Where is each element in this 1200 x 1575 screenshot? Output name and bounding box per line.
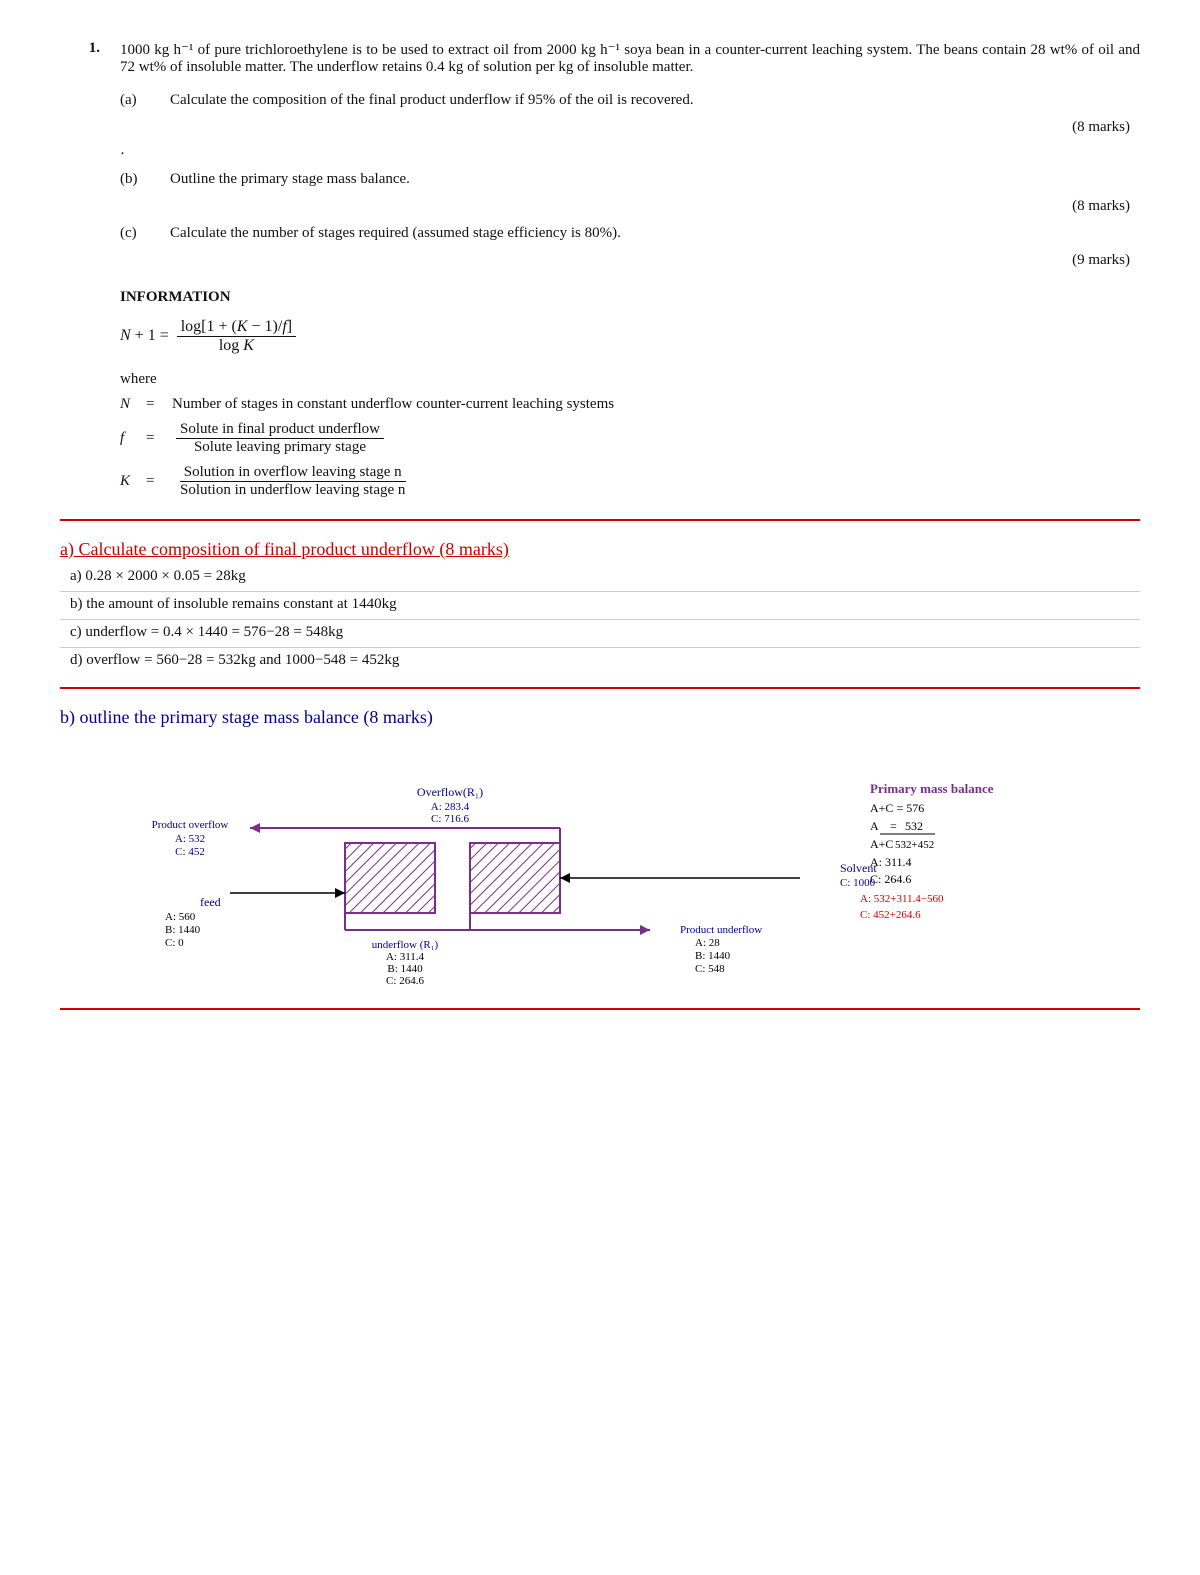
f-den: Solute leaving primary stage bbox=[190, 439, 370, 456]
question-text: 1000 kg h⁻¹ of pure trichloroethylene is… bbox=[120, 40, 1140, 76]
def-f-eq: = bbox=[146, 430, 166, 447]
product-underflow-A: A: 28 bbox=[695, 937, 720, 949]
def-N-var: N bbox=[120, 396, 140, 413]
feed-arrow-head bbox=[335, 888, 345, 898]
info-section: INFORMATION N + 1 = log[1 + (K − 1)/f] l… bbox=[120, 289, 1140, 499]
formula-denominator: log K bbox=[215, 337, 258, 355]
balance-line1: A+C = 576 bbox=[870, 801, 924, 815]
part-a-label: (a) bbox=[120, 92, 170, 109]
part-c-label: (c) bbox=[120, 225, 170, 242]
part-b-text: Outline the primary stage mass balance. bbox=[170, 171, 1140, 188]
feed-A: A: 560 bbox=[165, 911, 196, 923]
answer-a-line-4: d) overflow = 560−28 = 532kg and 1000−54… bbox=[60, 652, 1140, 669]
question-block: 1. 1000 kg h⁻¹ of pure trichloroethylene… bbox=[60, 40, 1140, 269]
f-num: Solute in final product underflow bbox=[176, 421, 384, 439]
question-main: 1. 1000 kg h⁻¹ of pure trichloroethylene… bbox=[60, 40, 1140, 76]
feed-B: B: 1440 bbox=[165, 924, 201, 936]
stage-box-left bbox=[345, 843, 435, 913]
def-K-fraction: Solution in overflow leaving stage n Sol… bbox=[172, 464, 413, 499]
balance-A-eq: A: 532+311.4−560 bbox=[860, 893, 944, 905]
info-title: INFORMATION bbox=[120, 289, 1140, 306]
def-K-var: K bbox=[120, 473, 140, 490]
divider-a3 bbox=[60, 647, 1140, 648]
K-den: Solution in underflow leaving stage n bbox=[176, 482, 409, 499]
underflow-label: underflow (R₁) bbox=[372, 939, 439, 951]
answer-b-heading: b) outline the primary stage mass balanc… bbox=[60, 707, 1140, 728]
def-N: N = Number of stages in constant underfl… bbox=[120, 396, 1140, 413]
where-label: where bbox=[120, 371, 1140, 388]
def-N-eq: = bbox=[146, 396, 166, 413]
balance-C-eq: C: 452+264.6 bbox=[860, 909, 921, 921]
def-N-desc: Number of stages in constant underflow c… bbox=[172, 396, 1140, 413]
part-c-text: Calculate the number of stages required … bbox=[170, 225, 1140, 242]
red-divider-2 bbox=[60, 687, 1140, 689]
balance-den-label: A+C bbox=[870, 837, 893, 851]
answer-a-line-2: b) the amount of insoluble remains const… bbox=[60, 596, 1140, 613]
product-underflow-label: Product underflow bbox=[680, 924, 762, 936]
part-a-marks: (8 marks) bbox=[60, 119, 1140, 136]
product-overflow-label: Product overflow bbox=[152, 819, 229, 831]
answer-a-line-1: a) 0.28 × 2000 × 0.05 = 28kg bbox=[60, 568, 1140, 585]
answer-a-heading: a) Calculate composition of final produc… bbox=[60, 539, 1140, 560]
formula-numerator: log[1 + (K − 1)/f] bbox=[177, 318, 296, 337]
f-fraction: Solute in final product underflow Solute… bbox=[176, 421, 384, 456]
answer-a-line-3: c) underflow = 0.4 × 1440 = 576−28 = 548… bbox=[60, 624, 1140, 641]
balance-532-452: 532+452 bbox=[895, 839, 934, 851]
main-fraction: log[1 + (K − 1)/f] log K bbox=[177, 318, 296, 355]
balance-C-val: C: 264.6 bbox=[870, 872, 911, 886]
red-divider-1 bbox=[60, 519, 1140, 521]
part-b-label: (b) bbox=[120, 171, 170, 188]
where-block: where N = Number of stages in constant u… bbox=[120, 371, 1140, 499]
divider-a1 bbox=[60, 591, 1140, 592]
product-underflow-C: C: 548 bbox=[695, 963, 725, 975]
formula-plus: + 1 = bbox=[135, 327, 173, 344]
overflow-label: Overflow(R₁) bbox=[417, 785, 483, 799]
K-fraction: Solution in overflow leaving stage n Sol… bbox=[176, 464, 409, 499]
def-K: K = Solution in overflow leaving stage n… bbox=[120, 464, 1140, 499]
stage-box-right bbox=[470, 843, 560, 913]
part-a-text: Calculate the composition of the final p… bbox=[170, 92, 1140, 109]
balance-eq: = bbox=[890, 819, 897, 833]
red-divider-3 bbox=[60, 1008, 1140, 1010]
product-underflow-B: B: 1440 bbox=[695, 950, 731, 962]
dot-marker: · bbox=[60, 146, 1140, 163]
part-c: (c) Calculate the number of stages requi… bbox=[60, 225, 1140, 242]
overflow-C: C: 716.6 bbox=[431, 813, 469, 825]
diagram-svg: Overflow(R₁) A: 283.4 C: 716.6 Product o… bbox=[60, 738, 1140, 998]
def-K-eq: = bbox=[146, 473, 166, 490]
part-b-marks: (8 marks) bbox=[60, 198, 1140, 215]
part-b: (b) Outline the primary stage mass balan… bbox=[60, 171, 1140, 188]
feed-C: C: 0 bbox=[165, 937, 184, 949]
def-f-var: f bbox=[120, 430, 140, 447]
product-overflow-C: C: 452 bbox=[175, 846, 205, 858]
formula-lhs: N bbox=[120, 327, 131, 344]
formula-block: N + 1 = log[1 + (K − 1)/f] log K bbox=[120, 318, 1140, 355]
divider-a2 bbox=[60, 619, 1140, 620]
underflow-C: C: 264.6 bbox=[386, 975, 424, 987]
overflow-A: A: 283.4 bbox=[431, 801, 470, 813]
underflow-B: B: 1440 bbox=[387, 963, 423, 975]
K-num: Solution in overflow leaving stage n bbox=[180, 464, 406, 482]
underflow-arrow-head bbox=[640, 925, 650, 935]
part-a: (a) Calculate the composition of the fin… bbox=[60, 92, 1140, 109]
underflow-A: A: 311.4 bbox=[386, 951, 425, 963]
overflow-arrow-head bbox=[250, 823, 260, 833]
feed-label: feed bbox=[200, 895, 221, 909]
solvent-arrow-head bbox=[560, 873, 570, 883]
balance-A-label: A bbox=[870, 819, 879, 833]
balance-532: 532 bbox=[905, 819, 923, 833]
def-f: f = Solute in final product underflow So… bbox=[120, 421, 1140, 456]
part-c-marks: (9 marks) bbox=[60, 252, 1140, 269]
question-number: 1. bbox=[60, 40, 100, 76]
product-overflow-A: A: 532 bbox=[175, 833, 205, 845]
primary-mass-label: Primary mass balance bbox=[870, 781, 994, 796]
balance-A-val: A: 311.4 bbox=[870, 855, 912, 869]
diagram-container: Overflow(R₁) A: 283.4 C: 716.6 Product o… bbox=[60, 738, 1140, 998]
def-f-fraction: Solute in final product underflow Solute… bbox=[172, 421, 388, 456]
